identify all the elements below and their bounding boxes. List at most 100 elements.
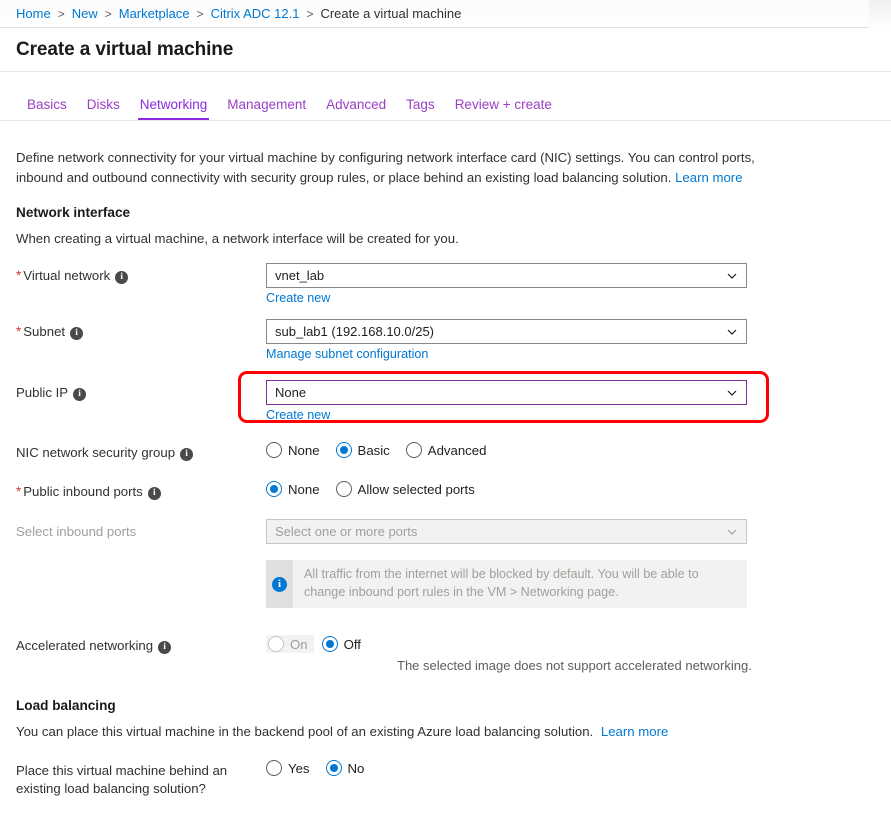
radio-mark <box>266 760 282 777</box>
load-balancing-subtext-wrapper: You can place this virtual machine in th… <box>16 724 875 739</box>
radio-mark <box>325 760 342 777</box>
select-inbound-ports-row: Select inbound ports Select one or more … <box>16 519 875 609</box>
info-icon[interactable]: i <box>180 448 194 462</box>
tab-basics[interactable]: Basics <box>16 97 77 120</box>
accelerated-networking-label: Accelerated networking i <box>16 633 266 655</box>
nic-nsg-option-basic[interactable]: Basic <box>335 442 390 459</box>
radio-mark <box>321 636 338 653</box>
breadcrumb-separator: > <box>196 6 204 21</box>
public-inbound-ports-option-allow-selected-label: Allow selected ports <box>357 481 475 497</box>
load-balancing-option-no[interactable]: No <box>325 760 364 777</box>
accelerated-networking-option-on: On <box>266 635 314 654</box>
breadcrumb-separator: > <box>104 6 112 21</box>
page-header: Create a virtual machine <box>0 28 891 72</box>
required-asterisk: * <box>16 484 22 500</box>
public-inbound-ports-field: None Allow selected ports <box>266 479 875 498</box>
info-banner-text: All traffic from the internet will be bl… <box>304 567 699 599</box>
breadcrumb-item-current: Create a virtual machine <box>320 6 462 21</box>
subnet-value: sub_lab1 (192.168.10.0/25) <box>275 324 435 340</box>
select-inbound-ports-label: Select inbound ports <box>16 524 137 540</box>
load-balancing-question-label: Place this virtual machine behind an exi… <box>16 758 266 798</box>
info-icon[interactable]: i <box>158 641 172 655</box>
select-inbound-ports-select: Select one or more ports <box>266 519 747 545</box>
intro-learn-more-link[interactable]: Learn more <box>675 170 742 185</box>
info-icon[interactable]: i <box>70 327 84 341</box>
load-balancing-option-yes-label: Yes <box>288 760 310 776</box>
nic-nsg-label: NIC network security group i <box>16 440 266 462</box>
virtual-network-row: * Virtual network i vnet_lab Create new <box>16 263 875 305</box>
network-interface-subtext: When creating a virtual machine, a netwo… <box>16 231 459 247</box>
load-balancing-subtext: You can place this virtual machine in th… <box>16 724 594 740</box>
public-inbound-ports-option-allow-selected[interactable]: Allow selected ports <box>335 481 475 498</box>
nic-nsg-radio-group: None Basic Advanced <box>266 440 875 459</box>
tab-management[interactable]: Management <box>217 97 316 120</box>
nic-nsg-label-text: NIC network security group <box>16 445 176 461</box>
subnet-field: sub_lab1 (192.168.10.0/25) Manage subnet… <box>266 319 875 361</box>
info-icon[interactable]: i <box>147 487 161 501</box>
accelerated-networking-note: The selected image does not support acce… <box>397 658 752 674</box>
nic-nsg-field: None Basic Advanced <box>266 440 875 459</box>
tab-networking[interactable]: Networking <box>130 97 218 120</box>
public-ip-value: None <box>275 385 307 401</box>
nic-nsg-option-none[interactable]: None <box>266 442 320 459</box>
public-inbound-ports-option-none-label: None <box>288 481 320 497</box>
virtual-network-label: * Virtual network i <box>16 263 266 285</box>
public-ip-create-new-link[interactable]: Create new <box>266 408 330 422</box>
info-banner-icon-column: i <box>266 560 293 609</box>
subnet-label-text: Subnet <box>23 324 66 340</box>
subnet-select[interactable]: sub_lab1 (192.168.10.0/25) <box>266 319 747 345</box>
virtual-network-create-new-link[interactable]: Create new <box>266 291 330 305</box>
chevron-down-icon <box>727 388 737 398</box>
load-balancing-learn-more-link[interactable]: Learn more <box>601 724 668 739</box>
info-icon[interactable]: i <box>73 388 87 402</box>
load-balancing-radio-group: Yes No <box>266 758 875 777</box>
breadcrumb-item-home[interactable]: Home <box>16 6 51 21</box>
breadcrumb: Home > New > Marketplace > Citrix ADC 12… <box>0 0 891 28</box>
accelerated-networking-field: On Off The selected image does not suppo… <box>266 633 875 673</box>
select-inbound-ports-field: Select one or more ports i All traffic f… <box>266 519 875 609</box>
chevron-down-icon <box>727 527 737 537</box>
breadcrumb-separator: > <box>57 6 65 21</box>
public-ip-row: Public IP i None Create new <box>16 375 875 422</box>
public-ip-label-text: Public IP <box>16 385 69 401</box>
radio-mark <box>335 481 352 498</box>
accelerated-networking-row: Accelerated networking i On Off The selec… <box>16 633 875 673</box>
breadcrumb-item-citrix-adc[interactable]: Citrix ADC 12.1 <box>211 6 300 21</box>
load-balancing-question-row: Place this virtual machine behind an exi… <box>16 758 875 798</box>
manage-subnet-configuration-link[interactable]: Manage subnet configuration <box>266 347 428 361</box>
accelerated-networking-radio-group: On Off <box>266 633 875 654</box>
virtual-network-value: vnet_lab <box>275 268 325 284</box>
public-ip-select[interactable]: None <box>266 380 747 406</box>
info-circle-icon: i <box>272 576 287 592</box>
subnet-label: * Subnet i <box>16 319 266 341</box>
load-balancing-question-line2: existing load balancing solution? <box>16 781 206 797</box>
breadcrumb-item-new[interactable]: New <box>72 6 98 21</box>
accelerated-networking-option-off[interactable]: Off <box>321 636 361 653</box>
load-balancing-question-field: Yes No <box>266 758 875 777</box>
tab-advanced[interactable]: Advanced <box>316 97 396 120</box>
info-icon[interactable]: i <box>115 271 129 285</box>
radio-mark <box>266 481 282 498</box>
radio-mark <box>405 442 422 459</box>
load-balancing-option-yes[interactable]: Yes <box>266 760 310 777</box>
tab-tags[interactable]: Tags <box>396 97 445 120</box>
required-asterisk: * <box>16 268 22 284</box>
tab-review-create[interactable]: Review + create <box>445 97 562 120</box>
nic-nsg-option-none-label: None <box>288 442 320 458</box>
public-inbound-ports-label-text: Public inbound ports <box>23 484 143 500</box>
virtual-network-select[interactable]: vnet_lab <box>266 263 747 289</box>
inbound-ports-info-banner: i All traffic from the internet will be … <box>266 560 747 609</box>
nic-nsg-option-basic-label: Basic <box>357 442 390 458</box>
intro-text: Define network connectivity for your vir… <box>16 150 755 185</box>
chevron-down-icon <box>727 271 737 281</box>
breadcrumb-item-marketplace[interactable]: Marketplace <box>119 6 190 21</box>
networking-panel: Define network connectivity for your vir… <box>0 121 891 798</box>
public-inbound-ports-option-none[interactable]: None <box>266 481 320 498</box>
nic-nsg-option-advanced[interactable]: Advanced <box>405 442 486 459</box>
select-inbound-ports-placeholder: Select one or more ports <box>275 524 418 540</box>
tab-disks[interactable]: Disks <box>77 97 130 120</box>
required-asterisk: * <box>16 324 22 340</box>
radio-mark <box>266 442 282 459</box>
chevron-down-icon <box>727 327 737 337</box>
public-ip-label: Public IP i <box>16 375 266 402</box>
